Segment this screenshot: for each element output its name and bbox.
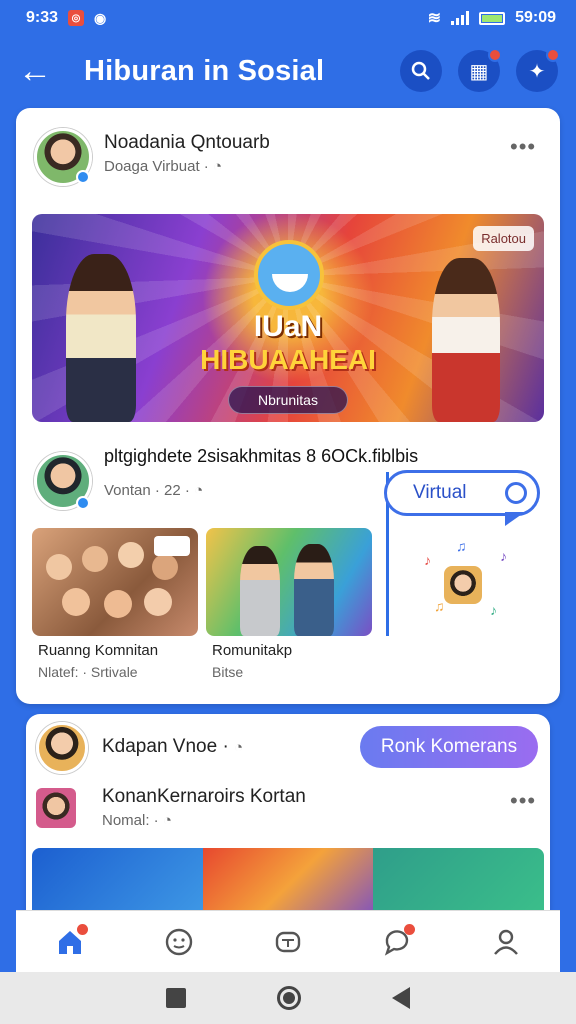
avatar[interactable] (36, 788, 76, 828)
person (294, 544, 334, 636)
featured-banner[interactable]: IUaN HIBUAAHEAI Nbrunitas Ralotou (32, 214, 544, 422)
nav-home[interactable] (46, 918, 94, 966)
more-options-icon[interactable]: ••• (510, 788, 536, 814)
face (118, 542, 144, 568)
globe-icon: ◔ (162, 812, 172, 829)
bottom-navigation (16, 910, 560, 972)
community-thumbnail[interactable] (206, 528, 372, 636)
status-clock: 59:09 (515, 9, 556, 26)
explore-button[interactable]: ✦ (516, 48, 560, 92)
search-button[interactable] (400, 50, 442, 92)
chat-face-icon (165, 928, 193, 955)
home-circle-icon[interactable] (276, 986, 301, 1010)
thumbnail-tag (154, 536, 190, 556)
feed-card: Kdapan Vnoe · ◔ Ronk Komerans KonanKerna… (26, 714, 550, 924)
verified-badge-icon (76, 170, 90, 184)
face (104, 590, 132, 618)
community-thumbnail[interactable] (32, 528, 198, 636)
post-meta: Vontan · 22 · ◔ (104, 482, 203, 499)
post-meta: Doaga Virbuat · ◔ (104, 158, 222, 175)
compass-icon: ✦ (528, 60, 546, 83)
globe-icon: ◔ (234, 739, 244, 756)
back-triangle-icon[interactable] (392, 987, 411, 1009)
virtual-label: Virtual (413, 482, 467, 503)
item-title[interactable]: KonanKernaroirs Kortan (102, 786, 306, 808)
notification-app-icon: ◎ (68, 10, 85, 26)
virtual-avatar (444, 566, 482, 604)
status-time: 9:33 (26, 9, 59, 26)
item-meta-text: Nomal: · (102, 812, 159, 829)
globe-icon: ◔ (212, 158, 223, 175)
thumbnail-sub: Nlatef: · Srtivale (38, 664, 138, 680)
notification-dot (488, 48, 502, 62)
back-arrow-icon[interactable]: ← (18, 54, 58, 88)
nav-chat[interactable] (155, 918, 203, 966)
post-meta-text: Doaga Virbuat · (104, 158, 209, 175)
face (82, 546, 108, 572)
feed-card: Noadania Qntouarb Doaga Virbuat · ◔ ••• … (16, 108, 560, 704)
face (152, 554, 178, 580)
banner-title: IUaN (253, 310, 323, 343)
video-icon (275, 931, 301, 952)
page-title: Hiburan in Sosial (84, 54, 325, 87)
thumbnail-caption: Romunitakp (212, 642, 293, 659)
battery-icon (479, 11, 506, 25)
post-author[interactable]: Kdapan Vnoe · ◔ (102, 736, 243, 758)
virtual-button[interactable]: Virtual (384, 470, 540, 516)
recent-apps-icon[interactable] (165, 988, 186, 1008)
join-button[interactable]: Ronk Komerans (360, 726, 538, 768)
banner-pill[interactable]: Nbrunitas (228, 386, 348, 414)
nav-messages[interactable] (373, 918, 421, 966)
notification-dot (77, 923, 89, 935)
item-meta: Nomal: · ◔ (102, 812, 172, 829)
app-header: ← Hiburan in Sosial ▦ ✦ (0, 36, 576, 106)
groups-icon: ▦ (469, 60, 489, 83)
wifi-icon: ≋ (427, 10, 442, 27)
thumbnail-caption: Ruanng Komnitan (38, 642, 159, 659)
notification-dot (546, 48, 560, 62)
globe-icon: ◔ (194, 482, 204, 499)
status-bar: 9:33 ◎ ◉ ≋ 59:09 (0, 0, 576, 36)
location-icon: ◉ (94, 9, 107, 26)
profile-icon (493, 929, 518, 955)
post-meta-text: Vontan · 22 · (104, 482, 190, 499)
notification-dot (403, 923, 415, 935)
search-icon (411, 61, 430, 80)
mascot-icon (254, 240, 324, 310)
circle-icon (505, 482, 527, 504)
face (62, 588, 90, 616)
groups-button[interactable]: ▦ (458, 48, 502, 92)
nav-profile[interactable] (482, 918, 530, 966)
more-options-icon[interactable]: ••• (510, 134, 536, 160)
post-text: pltgighdete 2sisakhmitas 8 6OCk.fiblbis (104, 446, 419, 466)
avatar[interactable] (36, 722, 88, 774)
person (240, 546, 280, 636)
face (46, 554, 72, 580)
system-navigation-bar (0, 972, 576, 1024)
verified-badge-icon (76, 496, 90, 510)
post-author[interactable]: Noadania Qntouarb (104, 132, 270, 154)
banner-tag: Ralotou (473, 226, 534, 251)
signal-icon (451, 11, 470, 25)
thumbnail-sub: Bitse (212, 664, 244, 680)
banner-subtitle: HIBUAAHEAI (200, 344, 376, 375)
face (144, 588, 172, 616)
nav-video[interactable] (264, 918, 312, 966)
post-author-text: Kdapan Vnoe · (102, 736, 229, 757)
